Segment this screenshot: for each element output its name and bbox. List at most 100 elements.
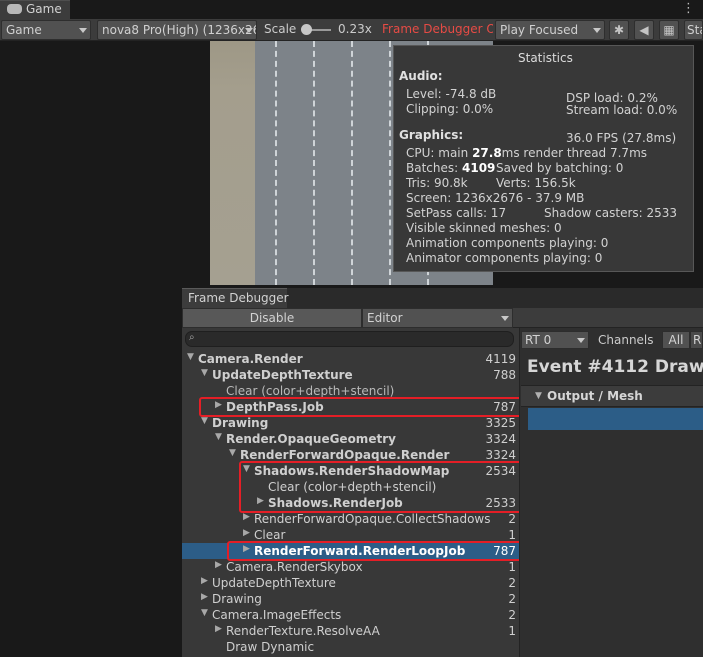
tree-row[interactable]: ▼ Camera.ImageEffects 2	[182, 607, 519, 623]
highlight-box	[239, 461, 524, 513]
saved-by-batching: Saved by batching: 0	[496, 161, 624, 175]
search-icon: ⌕	[189, 332, 195, 343]
view-dropdown[interactable]: Game	[1, 20, 91, 40]
visible-skinned-readout: Visible skinned meshes: 0	[406, 221, 562, 235]
collapsed-arrow-icon[interactable]: ▶	[201, 576, 208, 586]
scale-label: Scale	[264, 22, 297, 36]
channel-r-button[interactable]: R	[690, 331, 703, 349]
collapsed-arrow-icon[interactable]: ▶	[201, 592, 208, 602]
target-dropdown[interactable]: Editor	[362, 308, 513, 328]
animator-components-readout: Animator components playing: 0	[406, 251, 603, 265]
collapsed-arrow-icon[interactable]: ▶	[243, 512, 250, 522]
collapsed-arrow-icon[interactable]: ▶	[243, 528, 250, 538]
game-tab-label: Game	[26, 2, 62, 16]
channels-label: Channels	[598, 333, 654, 347]
play-mode-dropdown[interactable]: Play Focused	[495, 20, 605, 40]
tree-row[interactable]: ▼ UpdateDepthTexture 788	[182, 367, 519, 383]
collapsed-arrow-icon[interactable]: ▶	[215, 560, 222, 570]
lane-marking	[389, 41, 391, 285]
audio-header: Audio:	[399, 69, 443, 83]
lane-marking	[351, 41, 353, 285]
chevron-down-icon	[79, 28, 87, 33]
output-mesh-row[interactable]	[528, 408, 703, 430]
device-dropdown-label: nova8 Pro(High) (1236x26	[102, 23, 257, 37]
chevron-down-icon	[501, 316, 509, 321]
disable-button[interactable]: Disable	[182, 308, 362, 328]
tree-row-label: Clear (color+depth+stencil)	[226, 384, 395, 398]
audio-level: Level: -74.8 dB	[406, 87, 497, 101]
device-dropdown[interactable]: nova8 Pro(High) (1236x26	[97, 20, 257, 40]
render-target-dropdown[interactable]: RT 0	[521, 331, 589, 349]
tree-row[interactable]: ▶ Camera.RenderSkybox 1	[182, 559, 519, 575]
highlight-box	[227, 541, 523, 561]
gamepad-icon	[7, 4, 22, 14]
expanded-arrow-icon[interactable]: ▼	[215, 432, 222, 442]
graphics-header: Graphics:	[399, 128, 464, 142]
screen-readout: Screen: 1236x2676 - 37.9 MB	[406, 191, 585, 205]
expanded-arrow-icon[interactable]: ▼	[201, 416, 208, 426]
channel-all-button[interactable]: All	[662, 331, 690, 349]
tree-row-label: UpdateDepthTexture	[212, 368, 353, 382]
tree-row[interactable]: ▼ Camera.Render 4119	[182, 351, 519, 367]
event-details-pane	[519, 328, 703, 657]
tree-row[interactable]: Draw Dynamic	[182, 639, 519, 655]
tree-row[interactable]: ▼ Drawing 3325	[182, 415, 519, 431]
batches-value: 4109	[462, 161, 496, 175]
tree-row-count: 4119	[485, 352, 516, 366]
tree-row-count: 3324	[485, 432, 516, 446]
event-title: Event #4112 Draw Mesh	[527, 357, 703, 377]
verts-readout: Verts: 156.5k	[496, 176, 576, 190]
tree-row-count: 1	[508, 624, 516, 638]
expanded-arrow-icon[interactable]: ▼	[535, 391, 542, 401]
stats-button[interactable]: Stats	[684, 20, 703, 40]
stats-button-label: Stats	[687, 23, 702, 37]
scale-slider-handle[interactable]	[301, 24, 312, 35]
bug-icon[interactable]: ✱	[609, 20, 629, 40]
more-options-icon[interactable]: ⋮	[682, 1, 695, 16]
expanded-arrow-icon[interactable]: ▼	[201, 368, 208, 378]
statistics-title: Statistics	[518, 51, 573, 65]
tree-row-count: 3324	[485, 448, 516, 462]
tree-row-count: 2	[508, 608, 516, 622]
tree-row-count: 788	[493, 368, 516, 382]
tree-row[interactable]: ▶ RenderTexture.ResolveAA 1	[182, 623, 519, 639]
tree-row[interactable]: ▼ Render.OpaqueGeometry 3324	[182, 431, 519, 447]
tree-row-label: Render.OpaqueGeometry	[226, 432, 396, 446]
highlight-box	[199, 397, 522, 417]
frame-debugger-tab-label: Frame Debugger	[188, 291, 289, 305]
shadow-casters-readout: Shadow casters: 2533	[544, 206, 678, 220]
tree-row-label: Clear	[254, 528, 286, 542]
target-dropdown-label: Editor	[367, 311, 403, 325]
setpass-readout: SetPass calls: 17	[406, 206, 507, 220]
audio-mute-icon[interactable]: ◀	[634, 20, 654, 40]
tree-row-label: RenderTexture.ResolveAA	[226, 624, 380, 638]
tree-row-count: 1	[508, 560, 516, 574]
batches-prefix: Batches:	[406, 161, 462, 175]
cpu-prefix: CPU: main	[406, 146, 473, 160]
statistics-panel: Statistics Audio: Level: -74.8 dB Clippi…	[393, 45, 694, 272]
tree-row[interactable]: ▶ Drawing 2	[182, 591, 519, 607]
collapsed-arrow-icon[interactable]: ▶	[215, 624, 222, 634]
cpu-suffix: ms render thread 7.7ms	[501, 146, 648, 160]
tree-row-label: UpdateDepthTexture	[212, 576, 336, 590]
lane-marking	[275, 41, 277, 285]
expanded-arrow-icon[interactable]: ▼	[187, 352, 194, 362]
tree-row[interactable]: ▶ UpdateDepthTexture 2	[182, 575, 519, 591]
tree-row-count: 3325	[485, 416, 516, 430]
scale-value: 0.23x	[338, 22, 372, 36]
expanded-arrow-icon[interactable]: ▼	[229, 448, 236, 458]
animation-components-readout: Animation components playing: 0	[406, 236, 609, 250]
chevron-down-icon	[593, 28, 601, 33]
render-target-label: RT 0	[525, 333, 552, 347]
tree-row-count: 2	[508, 512, 516, 526]
output-section-label: Output / Mesh	[547, 389, 643, 403]
tree-row-count: 2	[508, 592, 516, 606]
chevron-down-icon	[577, 338, 585, 343]
keyboard-icon[interactable]: ▦	[659, 20, 679, 40]
tree-row-label: RenderForwardOpaque.Render	[240, 448, 450, 462]
tree-row[interactable]: ▶ RenderForwardOpaque.CollectShadows 2	[182, 511, 519, 527]
lane-marking	[313, 41, 315, 285]
tree-row-label: Draw Dynamic	[226, 640, 315, 654]
search-input[interactable]	[185, 331, 514, 347]
expanded-arrow-icon[interactable]: ▼	[201, 608, 208, 618]
